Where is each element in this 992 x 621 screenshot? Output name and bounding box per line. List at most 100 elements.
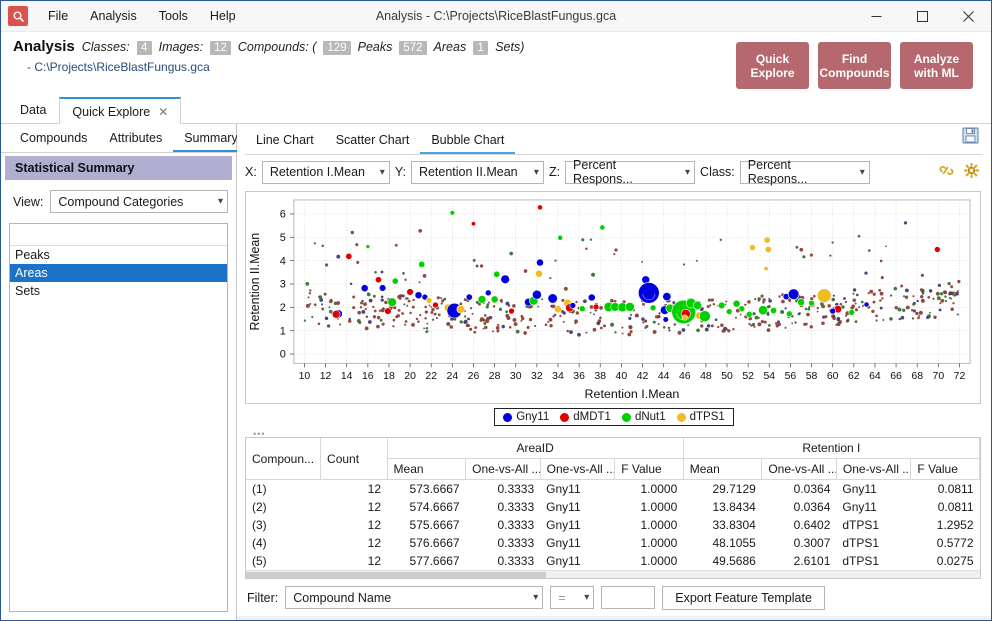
bubble-point[interactable]	[662, 316, 669, 323]
bubble-point[interactable]	[692, 300, 702, 310]
bubble-point[interactable]	[662, 292, 672, 302]
export-feature-template-button[interactable]: Export Feature Template	[662, 585, 825, 610]
bubble-point[interactable]	[536, 258, 544, 267]
tab-attributes[interactable]: Attributes	[98, 126, 173, 152]
filter-value-input[interactable]	[601, 586, 656, 609]
table-row[interactable]: (2) 12 574.6667 0.3333 Gny11 1.0000 13.8434 0.0…	[246, 498, 980, 516]
analyze-with-ml-button[interactable]: Analyze with ML	[900, 42, 973, 89]
bubble-point[interactable]	[484, 289, 492, 297]
bubble-point[interactable]	[569, 302, 577, 309]
bubble-point[interactable]	[587, 293, 596, 302]
bubble-point[interactable]	[808, 299, 815, 307]
tab-bubble-chart[interactable]: Bubble Chart	[420, 128, 516, 154]
bubble-point[interactable]	[787, 288, 800, 300]
bubble-point[interactable]	[848, 309, 856, 316]
quick-explore-button[interactable]: Quick Explore	[736, 42, 809, 89]
legend-item-Gny11[interactable]: Gny11	[503, 411, 549, 423]
bubble-point[interactable]	[749, 244, 756, 251]
bubble-point[interactable]	[797, 298, 805, 307]
bubble-point[interactable]	[391, 277, 399, 285]
bubble-point[interactable]	[365, 244, 371, 249]
bubble-point[interactable]	[490, 295, 499, 304]
bubble-point[interactable]	[345, 252, 353, 260]
bubble-point[interactable]	[449, 210, 456, 216]
bubble-point[interactable]	[387, 297, 397, 307]
z-axis-select[interactable]: Percent Respons... ▾	[565, 158, 696, 186]
th-reti-mean[interactable]: Mean	[683, 458, 763, 480]
x-axis-select[interactable]: Retention I.Mean ▾	[261, 160, 390, 184]
bubble-point[interactable]	[649, 304, 657, 312]
tab-data[interactable]: Data	[7, 96, 59, 123]
bubble-point[interactable]	[374, 276, 382, 284]
table-row[interactable]: (3) 12 575.6667 0.3333 Gny11 1.0000 33.8304 0.6…	[246, 516, 980, 534]
bubble-point[interactable]	[599, 224, 606, 231]
bubble-point[interactable]	[554, 305, 562, 314]
bubble-point[interactable]	[816, 288, 832, 303]
legend-item-dNut1[interactable]: dNut1	[621, 411, 666, 423]
bubble-point[interactable]	[934, 246, 941, 253]
bubble-point[interactable]	[732, 299, 741, 308]
menu-item-help[interactable]: Help	[199, 5, 247, 27]
table-row[interactable]: (1) 12 573.6667 0.3333 Gny11 1.0000 29.7129 0.0…	[246, 480, 980, 499]
th-reti-onevsall-2[interactable]: One-vs-All ...	[836, 458, 912, 480]
bubble-point[interactable]	[763, 266, 769, 272]
view-select[interactable]: Compound Categories ▾	[50, 190, 228, 213]
bubble-point[interactable]	[508, 307, 515, 315]
th-reti-onevsall-1[interactable]: One-vs-All ...	[761, 458, 837, 480]
tab-scatter-chart[interactable]: Scatter Chart	[325, 128, 421, 154]
bubble-point[interactable]	[537, 204, 543, 211]
bubble-point[interactable]	[532, 289, 542, 300]
bubble-point[interactable]	[624, 302, 635, 312]
legend-item-dTPS1[interactable]: dTPS1	[676, 411, 725, 423]
bubble-point[interactable]	[500, 274, 510, 284]
bubble-point[interactable]	[786, 310, 793, 318]
th-areaid-mean[interactable]: Mean	[387, 458, 467, 480]
bubble-point[interactable]	[738, 305, 746, 312]
class-select[interactable]: Percent Respons... ▾	[739, 158, 870, 186]
bubble-chart[interactable]: 10 12 14 16 18 20 22 24 26 28 30 32 34 36 38 40 42 44 46 48…	[245, 191, 981, 404]
bubble-point[interactable]	[360, 284, 369, 293]
category-list[interactable]: Peaks Areas Sets	[9, 223, 228, 612]
bubble-point[interactable]	[425, 297, 433, 304]
close-button[interactable]	[945, 1, 991, 32]
bubble-point[interactable]	[745, 311, 753, 318]
bubble-point[interactable]	[477, 295, 487, 304]
tab-quick-explore[interactable]: Quick Explore ✕	[59, 97, 182, 124]
menu-item-file[interactable]: File	[37, 5, 79, 27]
th-areaid-onevsall-2[interactable]: One-vs-All ...	[540, 458, 616, 480]
bubble-point[interactable]	[535, 269, 543, 278]
menu-item-analysis[interactable]: Analysis	[79, 5, 148, 27]
bubble-point[interactable]	[465, 293, 473, 301]
find-compounds-button[interactable]: Find Compounds	[818, 42, 891, 89]
th-areaid-onevsall-1[interactable]: One-vs-All ...	[465, 458, 541, 480]
bubble-point[interactable]	[432, 301, 439, 309]
save-floppy-icon[interactable]	[962, 127, 979, 147]
list-item-areas[interactable]: Areas	[10, 264, 227, 282]
bubble-point[interactable]	[763, 236, 771, 244]
table-row[interactable]: (4) 12 576.6667 0.3333 Gny11 1.0000 48.1055 0.3…	[246, 534, 980, 552]
bubble-point[interactable]	[764, 245, 772, 253]
list-item-peaks[interactable]: Peaks	[10, 246, 227, 264]
th-compound[interactable]: Compoun...	[246, 438, 322, 480]
bubble-point[interactable]	[456, 304, 466, 314]
bubble-point[interactable]	[592, 303, 600, 311]
bubble-point[interactable]	[770, 307, 778, 315]
th-reti-fvalue[interactable]: F Value	[910, 458, 980, 480]
bubble-point[interactable]	[414, 291, 423, 300]
bubble-point[interactable]	[378, 284, 387, 292]
close-icon[interactable]: ✕	[158, 105, 168, 119]
bubble-point[interactable]	[863, 301, 870, 308]
bubble-point[interactable]	[331, 310, 341, 319]
table-row[interactable]: (5) 12 577.6667 0.3333 Gny11 1.0000 49.5686 2.6…	[246, 552, 980, 570]
bubble-point[interactable]	[698, 310, 711, 323]
filter-operator-select[interactable]: = ▾	[550, 586, 595, 609]
bubble-point[interactable]	[418, 260, 426, 268]
bubble-point[interactable]	[384, 307, 392, 315]
scrollbar-thumb[interactable]	[246, 572, 546, 578]
maximize-button[interactable]	[899, 1, 945, 32]
list-item-sets[interactable]: Sets	[10, 282, 227, 300]
panel-splitter[interactable]: •••	[237, 429, 991, 439]
th-areaid-fvalue[interactable]: F Value	[614, 458, 684, 480]
link-chain-icon[interactable]	[939, 163, 954, 181]
bubble-point[interactable]	[557, 234, 564, 241]
